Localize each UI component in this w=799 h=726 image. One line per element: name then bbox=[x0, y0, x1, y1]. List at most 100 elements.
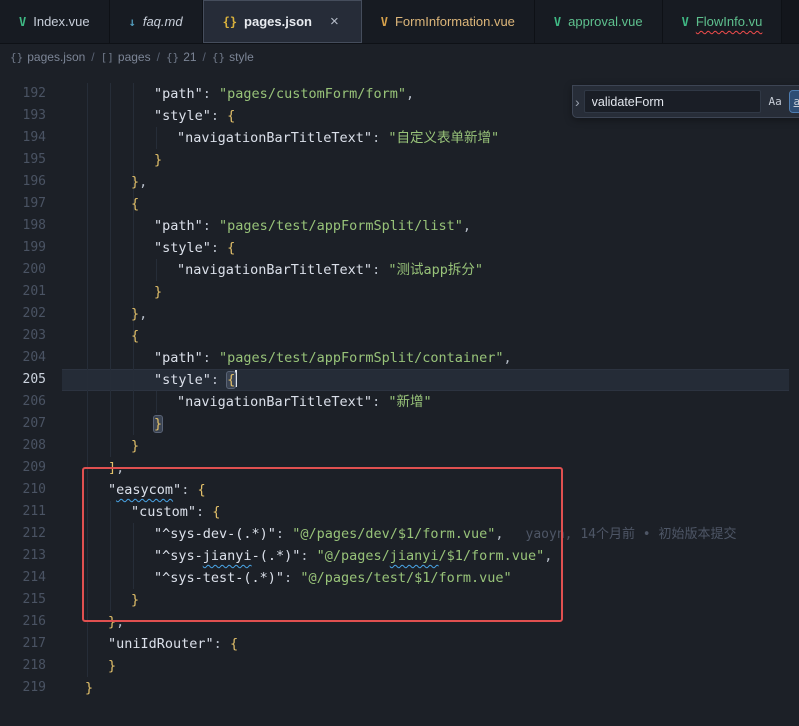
code-token: : bbox=[211, 372, 227, 388]
code-line[interactable]: 198"path": "pages/test/appFormSplit/list… bbox=[0, 215, 799, 237]
tab-faq.md[interactable]: ↓faq.md bbox=[110, 0, 203, 43]
code-line[interactable]: 196}, bbox=[0, 171, 799, 193]
text-cursor bbox=[235, 370, 237, 387]
code-line[interactable]: 199"style": { bbox=[0, 237, 799, 259]
breadcrumb-item-pages.json[interactable]: {} pages.json bbox=[10, 50, 85, 64]
find-toggles: Aaab.* bbox=[765, 91, 799, 112]
code-line[interactable]: 208} bbox=[0, 435, 799, 457]
tab-label: approval.vue bbox=[568, 14, 642, 29]
code-token: } bbox=[154, 284, 162, 300]
match-case-toggle[interactable]: Aa bbox=[765, 91, 786, 112]
code-token: , bbox=[463, 218, 471, 234]
code-token: "^sys-dev-(.*)" bbox=[154, 526, 276, 542]
code-line[interactable]: 194"navigationBarTitleText": "自定义表单新增" bbox=[0, 127, 799, 149]
breadcrumb-label: pages bbox=[118, 50, 151, 64]
tab-label: FlowInfo.vu bbox=[696, 14, 762, 29]
breadcrumb-item-pages[interactable]: [] pages bbox=[101, 50, 151, 64]
code-token: { bbox=[227, 108, 235, 124]
code-token: : bbox=[181, 482, 197, 498]
code-line[interactable]: 197{ bbox=[0, 193, 799, 215]
code-token: "navigationBarTitleText" bbox=[177, 394, 372, 410]
code-line[interactable]: 214"^sys-test-(.*)": "@/pages/test/$1/fo… bbox=[0, 567, 799, 589]
code-text: "navigationBarTitleText": "测试app拆分" bbox=[0, 259, 483, 281]
code-text: "custom": { bbox=[0, 501, 220, 523]
breadcrumb-item-21[interactable]: {}21 bbox=[166, 50, 197, 64]
array-icon: [] bbox=[101, 51, 114, 64]
code-token: "@/pages/dev/$1/form.vue" bbox=[292, 526, 495, 542]
find-widget: › Aaab.* bbox=[572, 85, 799, 118]
code-line[interactable]: 200"navigationBarTitleText": "测试app拆分" bbox=[0, 259, 799, 281]
code-line[interactable]: 204"path": "pages/test/appFormSplit/cont… bbox=[0, 347, 799, 369]
code-text: "^sys-jianyi-(.*)": "@/pages/jianyi/$1/f… bbox=[0, 545, 552, 567]
code-token: "pages/test/appFormSplit/list" bbox=[219, 218, 463, 234]
code-line[interactable]: 206"navigationBarTitleText": "新增" bbox=[0, 391, 799, 413]
tab-FlowInfo.vu[interactable]: VFlowInfo.vu bbox=[663, 0, 783, 43]
code-token: easycom bbox=[116, 482, 173, 498]
code-line[interactable]: 215} bbox=[0, 589, 799, 611]
code-text: "style": { bbox=[0, 237, 235, 259]
code-token: "uniIdRouter" bbox=[108, 636, 214, 652]
code-token: ] bbox=[108, 460, 116, 476]
breadcrumb-separator: / bbox=[91, 50, 94, 64]
code-token: } bbox=[154, 152, 162, 168]
code-token: { bbox=[212, 504, 220, 520]
code-line[interactable]: 209], bbox=[0, 457, 799, 479]
code-line[interactable]: 213"^sys-jianyi-(.*)": "@/pages/jianyi/$… bbox=[0, 545, 799, 567]
code-text: { bbox=[0, 193, 139, 215]
vue-icon: V bbox=[381, 15, 388, 29]
whole-word-toggle[interactable]: ab bbox=[790, 91, 799, 112]
code-token: : bbox=[372, 262, 388, 278]
tab-label: pages.json bbox=[244, 14, 312, 29]
code-line[interactable]: 212"^sys-dev-(.*)": "@/pages/dev/$1/form… bbox=[0, 523, 799, 545]
code-text: "navigationBarTitleText": "新增" bbox=[0, 391, 432, 413]
breadcrumb-label: style bbox=[229, 50, 254, 64]
code-token: "navigationBarTitleText" bbox=[177, 262, 372, 278]
code-token: "pages/customForm/form" bbox=[219, 86, 406, 102]
code-line[interactable]: 211"custom": { bbox=[0, 501, 799, 523]
breadcrumb-label: pages.json bbox=[27, 50, 85, 64]
code-line[interactable]: 219} bbox=[0, 677, 799, 699]
code-line[interactable]: 195} bbox=[0, 149, 799, 171]
code-text: "style": { bbox=[0, 369, 237, 391]
code-line[interactable]: 205"style": { bbox=[0, 369, 799, 391]
code-token: /$1/form.vue" bbox=[439, 548, 545, 564]
code-line[interactable]: 202}, bbox=[0, 303, 799, 325]
tab-pages.json[interactable]: {}pages.json× bbox=[203, 0, 362, 43]
toggle-label: ab bbox=[794, 95, 799, 108]
code-text: } bbox=[0, 589, 139, 611]
code-token: { bbox=[227, 372, 235, 388]
editor-pane[interactable]: 192"path": "pages/customForm/form",193"s… bbox=[0, 70, 799, 726]
tab-approval.vue[interactable]: Vapproval.vue bbox=[535, 0, 663, 43]
code-text: }, bbox=[0, 611, 124, 633]
breadcrumb-separator: / bbox=[203, 50, 206, 64]
code-text: "navigationBarTitleText": "自定义表单新增" bbox=[0, 127, 499, 149]
code-line[interactable]: 201} bbox=[0, 281, 799, 303]
code-text: ], bbox=[0, 457, 124, 479]
code-token: : bbox=[276, 526, 292, 542]
find-input[interactable] bbox=[584, 90, 761, 113]
tab-FormInformation.vue[interactable]: VFormInformation.vue bbox=[362, 0, 535, 43]
code-line[interactable]: 210"easycom": { bbox=[0, 479, 799, 501]
code-line[interactable]: 217"uniIdRouter": { bbox=[0, 633, 799, 655]
code-token: "style" bbox=[154, 372, 211, 388]
code-token: , bbox=[406, 86, 414, 102]
code-text: }, bbox=[0, 303, 147, 325]
close-icon[interactable]: × bbox=[327, 13, 342, 30]
code-token: jianyi bbox=[203, 548, 252, 564]
tab-Index.vue[interactable]: VIndex.vue bbox=[0, 0, 110, 43]
chevron-right-icon[interactable]: › bbox=[575, 94, 580, 110]
breadcrumb-item-style[interactable]: {}style bbox=[212, 50, 254, 64]
markdown-icon: ↓ bbox=[129, 15, 136, 29]
code-token: , bbox=[544, 548, 552, 564]
code-token: : bbox=[203, 86, 219, 102]
code-line[interactable]: 218} bbox=[0, 655, 799, 677]
code-token: "@/pages/ bbox=[317, 548, 390, 564]
code-token: "navigationBarTitleText" bbox=[177, 130, 372, 146]
code-line[interactable]: 203{ bbox=[0, 325, 799, 347]
tab-label: Index.vue bbox=[33, 14, 89, 29]
code-line[interactable]: 216}, bbox=[0, 611, 799, 633]
code-token: "自定义表单新增" bbox=[388, 130, 499, 146]
code-text: "path": "pages/test/appFormSplit/list", bbox=[0, 215, 471, 237]
object-icon: {} bbox=[10, 51, 23, 64]
code-line[interactable]: 207} bbox=[0, 413, 799, 435]
